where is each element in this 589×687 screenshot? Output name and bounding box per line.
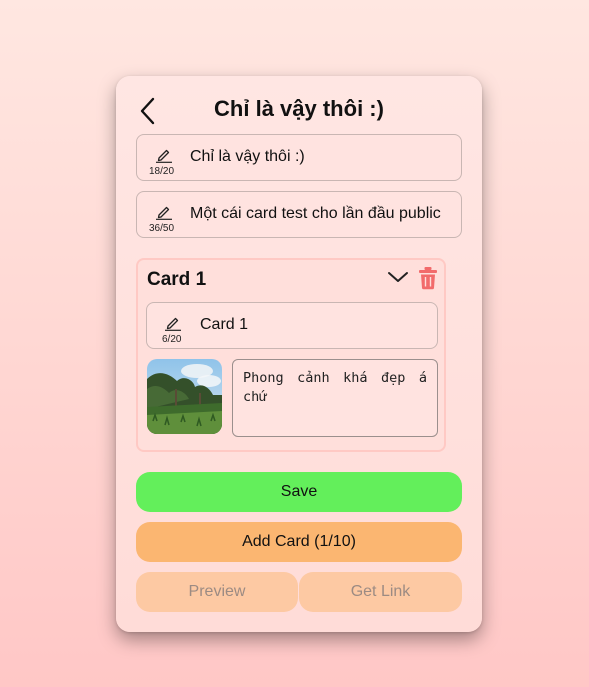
pencil-icon: [165, 317, 181, 331]
pencil-icon: [156, 206, 172, 220]
card-image[interactable]: [147, 359, 222, 434]
description-field-value: Một cái card test cho lần đầu public: [190, 205, 441, 222]
name-field-value: Chỉ là vậy thôi :): [190, 148, 305, 165]
card-name-value: Card 1: [200, 316, 249, 333]
preview-button[interactable]: Preview: [136, 572, 298, 612]
landscape-photo: [147, 359, 222, 434]
name-char-counter: 18/20: [149, 166, 175, 177]
get-link-button[interactable]: Get Link: [299, 572, 462, 612]
trash-icon[interactable]: [418, 266, 438, 290]
page-title: Chỉ là vậy thôi :): [214, 96, 384, 121]
pencil-icon: [156, 149, 172, 163]
card-editor: Card 1 6/20 Card 1 Phong cảnh khá đẹp á …: [136, 258, 446, 452]
card-name-field[interactable]: 6/20 Card 1: [146, 302, 438, 349]
add-card-button[interactable]: Add Card (1/10): [136, 522, 462, 562]
chevron-down-icon[interactable]: [386, 266, 410, 288]
description-char-counter: 36/50: [149, 223, 175, 234]
card-caption-textarea[interactable]: Phong cảnh khá đẹp á chứ: [232, 359, 438, 437]
card-name-char-counter: 6/20: [162, 334, 182, 345]
save-button[interactable]: Save: [136, 472, 462, 512]
description-field[interactable]: 36/50 Một cái card test cho lần đầu publ…: [136, 191, 462, 238]
editor-panel: Chỉ là vậy thôi :) 18/20 Chỉ là vậy thôi…: [116, 76, 482, 632]
name-field[interactable]: 18/20 Chỉ là vậy thôi :): [136, 134, 462, 181]
card-title: Card 1: [147, 269, 207, 290]
